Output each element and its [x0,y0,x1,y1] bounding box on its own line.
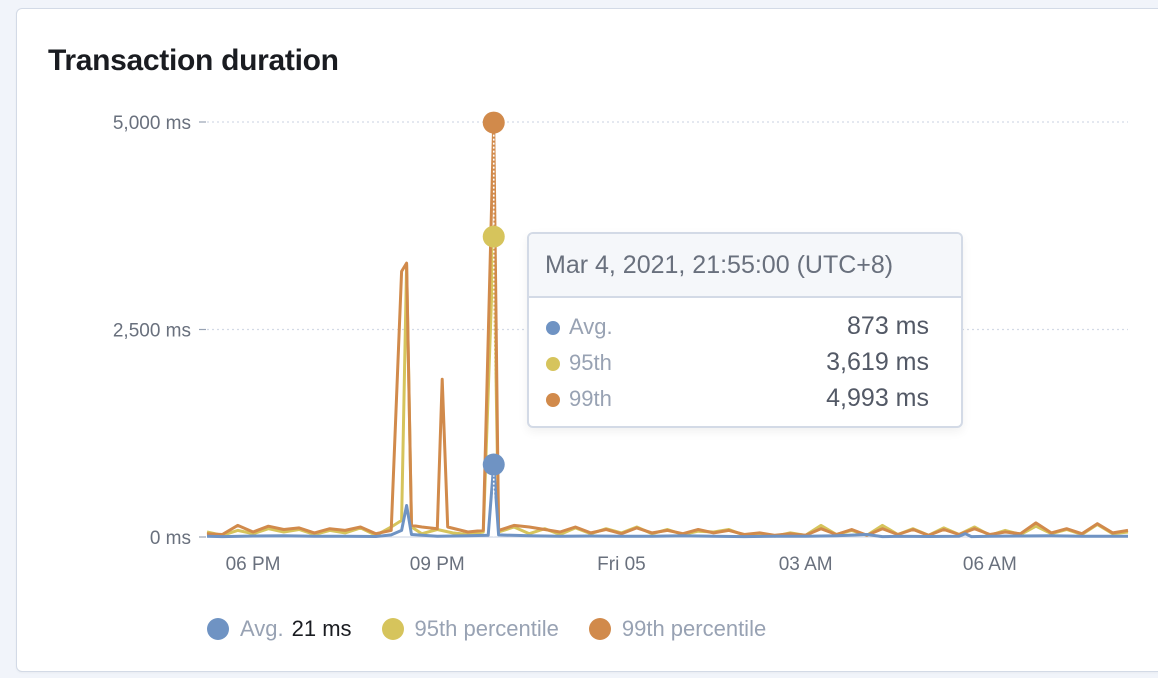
x-tick-label: 09 PM [410,554,465,575]
y-tick-label: 2,500 ms [113,321,191,342]
highlight-marker-p95 [482,225,505,248]
tooltip-value: 873 ms [847,312,929,340]
tooltip-label: Avg. [569,314,613,339]
legend-label: Avg. [240,616,284,641]
chart-legend: Avg. 21 ms 95th percentile 99th percenti… [207,616,796,642]
p99-dot-icon [546,393,560,407]
highlight-marker-avg [482,453,505,476]
tooltip-label: 95th [569,350,612,375]
x-tick-label: 03 AM [779,554,833,575]
x-tick-label: Fri 05 [597,554,646,575]
y-tick-label: 5,000 ms [113,113,191,134]
tooltip-row-avg: Avg. 873 ms [529,310,961,346]
legend-label: 99th percentile [621,616,767,641]
p95-legend-dot-icon [381,618,404,640]
legend-item-avg[interactable]: Avg. 21 ms [207,616,352,642]
avg-dot-icon [546,321,560,335]
x-tick-label: 06 AM [963,554,1017,575]
legend-label: 95th percentile [414,616,559,641]
y-tick-label: 0 ms [150,528,191,549]
p95-dot-icon [546,357,560,371]
tooltip-row-p95: 95th 3,619 ms [529,346,961,382]
x-axis: 06 PM 09 PM Fri 05 03 AM 06 AM [226,554,1017,575]
tooltip: Mar 4, 2021, 21:55:00 (UTC+8) Avg. 873 m… [527,232,963,428]
tooltip-value: 4,993 ms [826,384,929,412]
tooltip-value: 3,619 ms [826,348,929,376]
tooltip-header: Mar 4, 2021, 21:55:00 (UTC+8) [529,234,961,298]
x-tick-label: 06 PM [226,554,281,575]
tooltip-row-p99: 99th 4,993 ms [529,382,961,418]
avg-legend-dot-icon [207,618,229,640]
y-axis: 5,000 ms 2,500 ms 0 ms [113,113,206,549]
legend-item-p99[interactable]: 99th percentile [588,616,767,642]
legend-value: 21 ms [291,616,352,641]
highlight-marker-p99 [482,111,505,134]
legend-item-p95[interactable]: 95th percentile [381,616,559,642]
tooltip-label: 99th [569,386,612,411]
series-line-avg [206,463,1129,539]
p99-legend-dot-icon [588,618,611,640]
